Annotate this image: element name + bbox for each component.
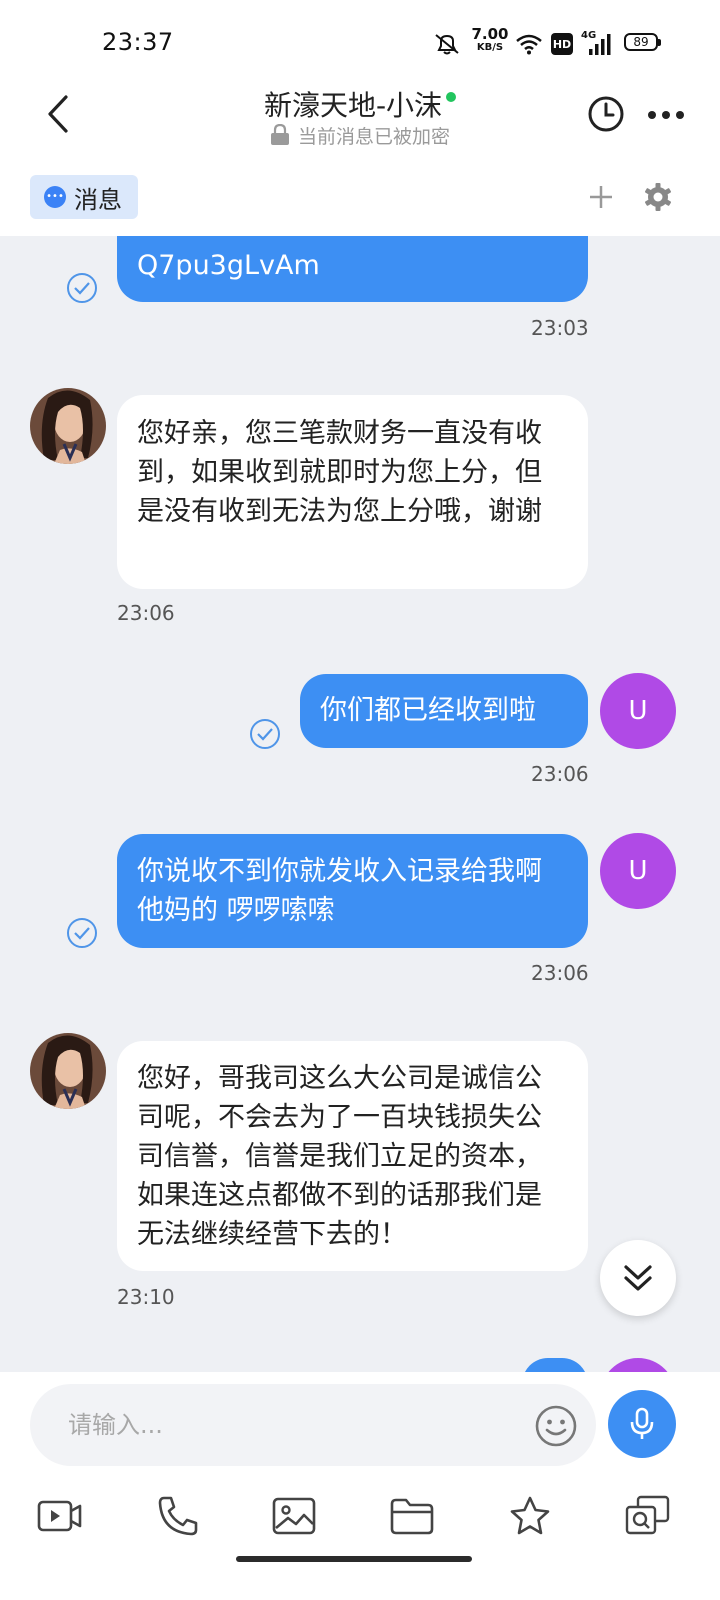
tab-messages[interactable]: ••• 消息	[30, 175, 138, 219]
encryption-notice: 当前消息已被加密	[180, 122, 540, 149]
message-text: Q7pu3gLvAm	[137, 250, 320, 281]
status-time: 23:37	[102, 28, 174, 56]
voice-button[interactable]	[608, 1390, 676, 1458]
file-button[interactable]	[388, 1494, 436, 1538]
search-card-icon	[625, 1495, 670, 1535]
video-call-button[interactable]	[36, 1494, 84, 1538]
net-speed-value: 7.00	[471, 25, 509, 43]
message-bubble-outgoing[interactable]: 你们都已经收到啦	[300, 674, 588, 748]
contact-avatar-image	[30, 388, 106, 464]
history-button[interactable]	[586, 94, 626, 134]
search-card-button[interactable]	[624, 1494, 672, 1538]
add-icon	[590, 186, 612, 208]
back-button[interactable]	[36, 92, 80, 136]
message-bubble-outgoing[interactable]: Q7pu3gLvAm	[117, 236, 588, 302]
chat-bubble-icon: •••	[44, 186, 66, 208]
more-icon	[648, 111, 684, 119]
user-avatar[interactable]: U	[600, 673, 676, 749]
chat-title: 新濠天地-小沫	[180, 84, 540, 124]
folder-icon	[390, 1498, 434, 1535]
net-speed: 7.00 KB/S	[470, 25, 510, 54]
encryption-text: 当前消息已被加密	[297, 126, 450, 148]
message-time: 23:10	[117, 1285, 175, 1309]
emoji-icon	[535, 1405, 577, 1447]
mute-icon	[430, 30, 464, 58]
message-bubble-outgoing-partial[interactable]	[522, 1358, 588, 1372]
message-text: 您好亲，您三笔款财务一直没有收到，如果收到就即时为您上分，但是没有收到无法为您上…	[137, 418, 542, 527]
video-icon	[37, 1500, 82, 1532]
clock-icon	[588, 96, 624, 132]
chat-area[interactable]: Q7pu3gLvAm 23:03 您好亲，您三笔款财务一直没有收到，如果收到就即…	[0, 236, 720, 1372]
lock-icon	[270, 123, 289, 145]
favorite-button[interactable]	[506, 1494, 554, 1538]
message-time: 23:03	[531, 316, 589, 340]
contact-avatar[interactable]	[30, 1033, 106, 1109]
net-speed-unit: KB/S	[476, 42, 504, 53]
message-bubble-outgoing[interactable]: 你说收不到你就发收入记录给我啊 他妈的 啰啰嗦嗦	[117, 834, 588, 948]
mic-icon	[630, 1407, 654, 1439]
voice-call-button[interactable]	[154, 1494, 202, 1538]
chevron-double-down-icon	[624, 1265, 652, 1291]
message-text: 你说收不到你就发收入记录给我啊 他妈的 啰啰嗦嗦	[137, 856, 542, 926]
message-text: 您好，哥我司这么大公司是诚信公司呢，不会去为了一百块钱损失公司信誉，信誉是我们立…	[137, 1063, 542, 1250]
phone-icon	[158, 1496, 198, 1536]
network-label: 4G	[581, 30, 597, 41]
home-indicator	[236, 1556, 472, 1562]
tab-messages-label: 消息	[74, 185, 122, 214]
battery-icon: 89	[624, 33, 661, 51]
star-icon	[510, 1496, 550, 1535]
message-time: 23:06	[531, 961, 589, 985]
contact-avatar[interactable]	[30, 388, 106, 464]
signal-icon: 4G	[581, 30, 613, 58]
image-icon	[272, 1497, 316, 1535]
user-avatar-partial[interactable]	[600, 1358, 676, 1372]
wifi-icon	[514, 30, 544, 58]
chat-title-text: 新濠天地-小沫	[263, 89, 443, 122]
message-input[interactable]	[30, 1384, 596, 1466]
message-bubble-incoming[interactable]: 您好，哥我司这么大公司是诚信公司呢，不会去为了一百块钱损失公司信誉，信誉是我们立…	[117, 1041, 588, 1271]
settings-button[interactable]	[641, 180, 675, 214]
message-time: 23:06	[531, 762, 589, 786]
gear-icon	[644, 183, 672, 211]
battery-level: 89	[633, 35, 649, 49]
image-button[interactable]	[270, 1494, 318, 1538]
add-button[interactable]	[584, 180, 618, 214]
scroll-down-button[interactable]	[600, 1240, 676, 1316]
more-button[interactable]	[644, 100, 688, 130]
message-bubble-incoming[interactable]: 您好亲，您三笔款财务一直没有收到，如果收到就即时为您上分，但是没有收到无法为您上…	[117, 395, 588, 589]
emoji-button[interactable]	[534, 1404, 578, 1448]
online-status-dot	[446, 92, 457, 102]
check-icon	[67, 918, 97, 948]
message-time: 23:06	[117, 601, 175, 625]
check-icon	[67, 273, 97, 303]
contact-avatar-image	[30, 1033, 106, 1109]
user-avatar[interactable]: U	[600, 833, 676, 909]
back-icon	[48, 95, 68, 133]
check-icon	[250, 719, 280, 749]
hd-icon: HD	[551, 33, 573, 55]
message-text: 你们都已经收到啦	[320, 695, 536, 726]
